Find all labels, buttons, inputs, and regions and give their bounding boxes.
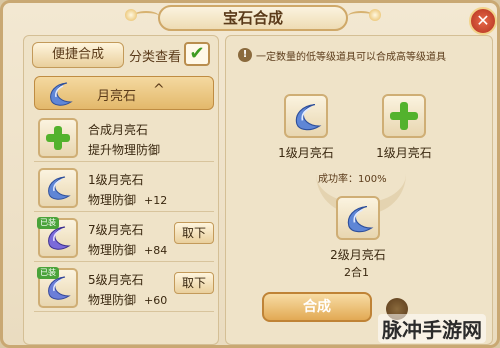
gem-synthesis-window: 宝石合成 ✕ 便捷合成 分类查看 ✔ 月亮石 ^ 合成月亮石 提升物理防御 1级… [0,0,500,348]
gem-list-panel: 便捷合成 分类查看 ✔ 月亮石 ^ 合成月亮石 提升物理防御 1级月亮石 物理防… [23,35,219,345]
material-slot-b[interactable] [382,94,426,138]
row-name: 5级月亮石 [88,273,144,287]
row-stat: 物理防御 +84 [88,243,168,257]
equipped-badge: 已装 [37,217,59,229]
row-desc: 提升物理防御 [88,143,161,157]
title-gem-left-icon [125,9,137,21]
classify-view-checkbox[interactable]: ✔ [184,42,210,66]
row-name: 7级月亮石 [88,223,144,237]
collapse-caret-icon[interactable]: ^ [153,82,165,98]
row-name: 1级月亮石 [88,173,144,187]
moonstone-icon [50,82,73,106]
remove-button[interactable]: 取下 [174,272,214,294]
title-gem-right-icon [369,9,381,21]
moonstone-icon [295,103,322,131]
info-icon: ! [238,48,252,62]
quick-synthesis-button[interactable]: 便捷合成 [32,42,124,68]
row-stat: 物理防御 +60 [88,293,168,307]
gem-slot: 已装 [37,267,78,308]
merge-ratio: 2合1 [344,266,369,279]
gem-slot [38,168,78,208]
remove-button[interactable]: 取下 [174,222,214,244]
material-slot-a[interactable] [284,94,328,138]
list-item-gem[interactable]: 已装 7级月亮石 物理防御 +84 取下 [34,214,214,262]
result-slot [336,196,380,240]
equipped-badge: 已装 [37,267,59,279]
gem-slot: 已装 [37,217,78,258]
synthesize-button[interactable]: 合成 [262,292,372,322]
classify-view-label: 分类查看 [129,50,182,65]
synthesis-panel: ! 一定数量的低等级道具可以合成高等级道具 1级月亮石 1级月亮石 成功率：10… [225,35,493,345]
row-name: 合成月亮石 [88,123,149,137]
category-label: 月亮石 [97,89,137,104]
material-b-label: 1级月亮石 [376,146,432,160]
material-a-label: 1级月亮石 [278,146,334,160]
synthesis-hint: 一定数量的低等级道具可以合成高等级道具 [256,52,446,63]
site-watermark: 脉冲手游网 [378,314,486,343]
list-item-gem[interactable]: 已装 5级月亮石 物理防御 +60 取下 [34,264,214,312]
row-stat: 物理防御 +12 [88,193,168,207]
plus-slot [38,118,78,158]
category-moonstone[interactable]: 月亮石 ^ [34,76,214,110]
window-title: 宝石合成 [158,5,348,31]
result-label: 2级月亮石 [330,248,386,262]
close-button[interactable]: ✕ [469,7,497,35]
list-item-synthesize[interactable]: 合成月亮石 提升物理防御 [34,114,214,162]
moonstone-icon [347,205,374,233]
moonstone-icon [48,176,71,200]
success-rate: 成功率：100% [318,174,387,185]
list-item-gem[interactable]: 1级月亮石 物理防御 +12 [34,164,214,212]
